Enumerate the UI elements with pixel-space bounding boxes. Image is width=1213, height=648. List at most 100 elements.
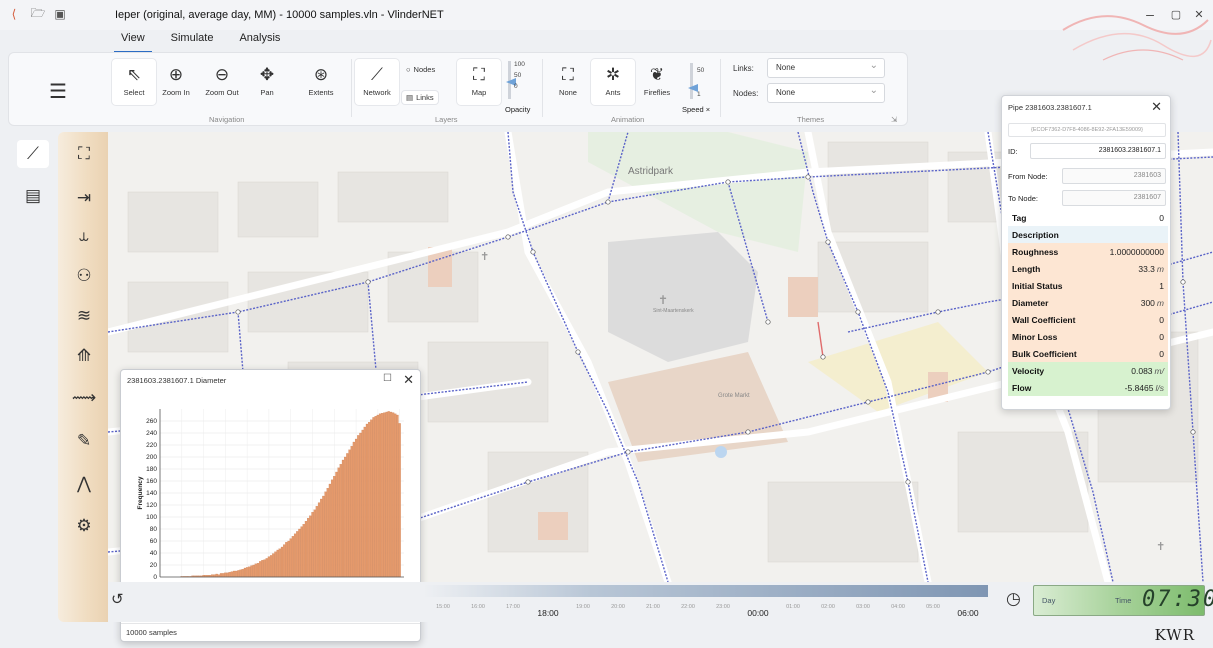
property-row[interactable]: Wall Coefficient 0 (1008, 311, 1168, 328)
property-row[interactable]: Flow -5.8465 l/s (1008, 379, 1168, 396)
histogram-bar (337, 467, 340, 578)
network-button[interactable]: ⟋ Network (355, 59, 399, 105)
settings-gear-icon[interactable]: ⚙ (68, 512, 100, 540)
property-row[interactable]: Minor Loss 0 (1008, 328, 1168, 345)
cluster-icon[interactable]: ⚇ (68, 262, 100, 290)
from-node-field[interactable]: 2381603 (1062, 168, 1166, 184)
zoom-in-icon: ⊕ (168, 65, 184, 84)
nodes-toggle[interactable]: ○ Nodes (402, 63, 439, 76)
histogram-bar (283, 544, 286, 578)
pan-button[interactable]: ✥ Pan (245, 59, 289, 105)
trend-chart-icon[interactable]: ⟿ (68, 384, 100, 412)
timeline[interactable]: ↺ 15:00 16:00 17:00 18:00 19:00 20:00 21:00 22:… (108, 582, 1213, 622)
property-name: Tag (1012, 212, 1027, 223)
map-icon[interactable]: ⛶ (68, 140, 100, 168)
to-node-field[interactable]: 2381607 (1062, 190, 1166, 206)
histogram-bar (265, 558, 268, 578)
opacity-tick: 0 (514, 83, 518, 90)
map-button[interactable]: ⛶ Map (457, 59, 501, 105)
window-title: Ieper (original, average day, MM) - 1000… (115, 9, 444, 21)
edit-chart-icon[interactable]: ✎ (68, 427, 100, 455)
zoom-in-button[interactable]: ⊕ Zoom In (154, 59, 198, 105)
histogram-bar (252, 564, 255, 578)
histogram-bar (335, 471, 338, 578)
histogram-bar (237, 570, 240, 578)
timeline-track[interactable] (423, 585, 988, 597)
tab-simulate[interactable]: Simulate (158, 30, 227, 50)
id-field[interactable]: 2381603.2381607.1 (1030, 143, 1166, 159)
property-row[interactable]: Velocity 0.083 m/ (1008, 362, 1168, 379)
property-name: Description (1012, 229, 1059, 240)
property-value: 0 (1159, 212, 1164, 223)
histogram-bar (361, 429, 364, 578)
close-icon[interactable]: ✕ (403, 372, 414, 388)
scenario-mode-icon[interactable]: ▤ (17, 182, 49, 210)
zoom-out-button[interactable]: ⊖ Zoom Out (200, 59, 244, 105)
links-toggle[interactable]: ▤ Links (402, 91, 438, 104)
fountain-marker (715, 446, 727, 458)
title-bar: ⟨ 🗁 ▣ Ieper (original, average day, MM) … (0, 0, 1213, 61)
network-mode-icon[interactable]: ⟋ (17, 140, 49, 168)
ants-button[interactable]: ✲ Ants (591, 59, 635, 105)
close-icon[interactable]: ✕ (1151, 99, 1162, 115)
selected-pipe[interactable] (817, 321, 824, 358)
property-value-cell: 1.0000000000 (1110, 247, 1164, 257)
histogram-bar (339, 464, 342, 578)
export-arrow-icon[interactable]: ⇥ (68, 184, 100, 212)
maximize-icon[interactable]: ☐ (383, 373, 392, 384)
property-value: -5.8465 (1124, 382, 1154, 393)
property-row[interactable]: Initial Status 1 (1008, 277, 1168, 294)
opacity-slider[interactable] (508, 61, 511, 99)
speed-tick: 1 (697, 91, 701, 98)
histogram-title: 2381603.2381607.1 Diameter (127, 376, 227, 385)
property-row[interactable]: Length 33.3 m (1008, 260, 1168, 277)
links-theme-dropdown[interactable]: None (767, 58, 885, 78)
y-tick-label: 260 (146, 418, 157, 425)
property-row[interactable]: Tag 0 (1008, 209, 1168, 226)
property-value: 0 (1159, 314, 1164, 325)
histogram-bar (311, 512, 314, 578)
histogram-bar (289, 538, 292, 578)
firefly-icon: ❦ (649, 65, 665, 84)
links-theme-label: Links: (733, 63, 754, 73)
timeline-tick-label: 04:00 (891, 604, 905, 610)
history-clock-icon[interactable]: ↺ (111, 590, 124, 608)
property-row[interactable]: Diameter 300 m (1008, 294, 1168, 311)
tab-analysis[interactable]: Analysis (226, 30, 293, 50)
histogram-bar (222, 573, 225, 578)
histogram-bar (372, 417, 375, 578)
none-label: None (559, 88, 577, 97)
property-row[interactable]: Description (1008, 226, 1168, 243)
dialog-launcher-icon[interactable]: ⇲ (891, 115, 897, 124)
map-icon: ⛶ (473, 65, 485, 84)
histogram-bar (396, 414, 399, 578)
opacity-ticks: 100 50 0 (514, 59, 525, 92)
clock-icon[interactable]: ◷ (1006, 589, 1021, 609)
y-tick-label: 120 (146, 502, 157, 509)
pipe-route-icon[interactable]: ⥿ (68, 222, 100, 250)
line-chart-icon[interactable]: ⟰ (68, 342, 100, 370)
nodes-theme-dropdown[interactable]: None (767, 83, 885, 103)
property-row[interactable]: Roughness 1.0000000000 (1008, 243, 1168, 260)
save-icon[interactable]: ▣ (52, 6, 68, 22)
ribbon-separator (351, 59, 352, 117)
fireflies-label: Fireflies (643, 88, 671, 97)
speed-slider[interactable] (690, 63, 693, 99)
guid-field: {ECOF7362-D7F8-4086-8E92-2FA13E59009} (1008, 123, 1166, 137)
fireflies-button[interactable]: ❦ Fireflies (635, 59, 679, 105)
property-row[interactable]: Bulk Coefficient 0 (1008, 345, 1168, 362)
open-folder-icon[interactable]: 🗁 (30, 6, 46, 22)
to-node-label: To Node: (1008, 194, 1039, 203)
hamburger-menu-icon[interactable]: ☰ (49, 79, 67, 104)
timeline-tick-label: 02:00 (821, 604, 835, 610)
select-button[interactable]: ⇖ Select (112, 59, 156, 105)
links-icon: ▤ (406, 93, 414, 102)
histogram-bar (228, 572, 231, 578)
extents-button[interactable]: ⊛ Extents (299, 59, 343, 105)
tab-view[interactable]: View (108, 30, 158, 53)
animation-none-button[interactable]: ⛶ None (546, 59, 590, 105)
property-value-cell: 0 (1159, 213, 1164, 223)
flow-icon[interactable]: ≋ (68, 302, 100, 330)
distribution-icon[interactable]: ⋀ (68, 470, 100, 498)
timeline-tick-label: 06:00 (957, 608, 979, 618)
